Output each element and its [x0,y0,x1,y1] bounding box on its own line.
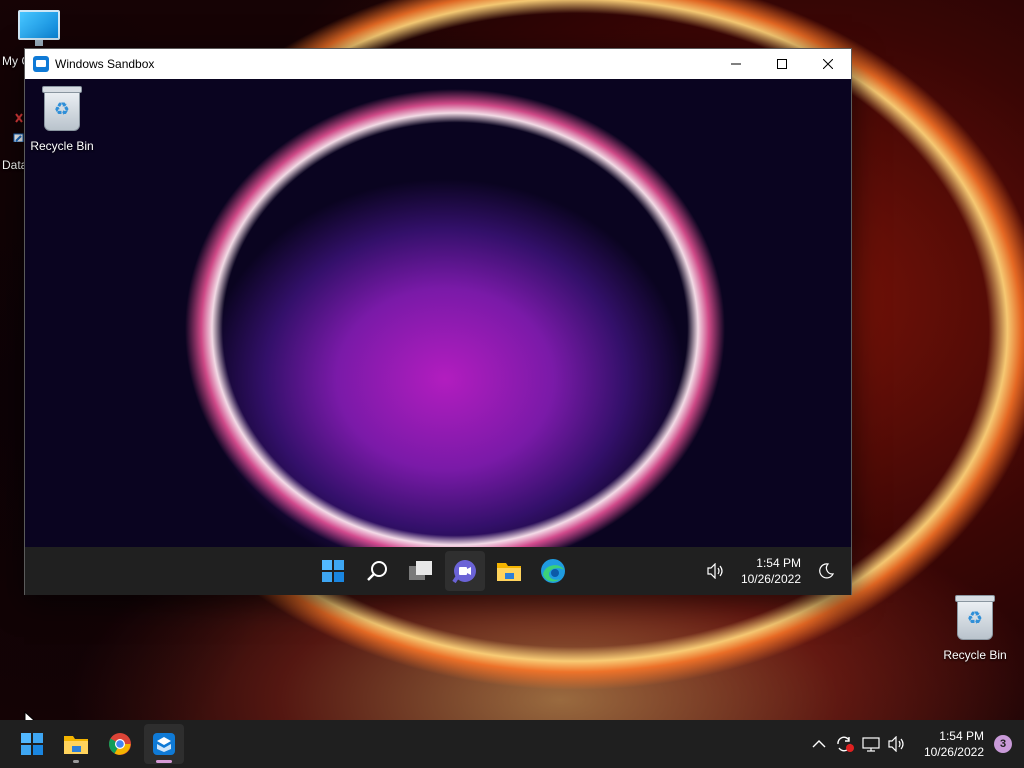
windows-sandbox-icon [33,56,49,72]
chrome-button[interactable] [100,724,140,764]
sandbox-file-explorer-button[interactable] [489,551,529,591]
clock-date: 10/26/2022 [923,745,984,759]
sandbox-focus-assist-button[interactable] [815,563,837,579]
volume-icon [888,736,904,752]
file-explorer-icon [64,736,88,754]
close-icon [823,59,833,69]
sandbox-desktop-icon-recycle-bin[interactable]: ♻ Recycle Bin [25,86,99,153]
file-explorer-icon [497,563,521,581]
window-titlebar[interactable]: Windows Sandbox [25,49,851,79]
sandbox-system-tray: 1:54 PM 10/26/2022 [701,547,851,595]
recycle-bin-icon: ♻ [42,86,82,131]
desktop-icon-label: Recycle Bin [943,648,1007,662]
clock[interactable]: 1:54 PM 10/26/2022 [924,728,984,760]
running-indicator [156,760,172,763]
system-tray: 1:54 PM 10/26/2022 3 [806,720,1012,768]
sandbox-search-button[interactable] [357,551,397,591]
volume-button[interactable] [886,736,908,752]
minimize-icon [731,63,741,65]
window-title: Windows Sandbox [55,57,155,71]
teams-chat-icon [452,560,476,584]
maximize-icon [777,59,787,69]
edge-icon [541,559,565,583]
show-hidden-icons-button[interactable] [808,739,830,749]
sandbox-volume-button[interactable] [705,563,727,579]
file-explorer-button[interactable] [56,724,96,764]
shortcut-file-icon [13,113,24,143]
minimize-button[interactable] [713,49,759,79]
host-taskbar-apps [12,724,184,764]
network-icon [862,737,880,752]
desktop-icon-data[interactable]: Data [0,112,27,172]
recycle-bin-icon: ♻ [955,595,995,640]
sandbox-window[interactable]: Windows Sandbox ♻ Recycle Bin 1:54 PM 10… [24,48,852,595]
windows-start-icon [322,560,344,582]
chrome-icon [109,733,131,755]
sandbox-clock[interactable]: 1:54 PM 10/26/2022 [741,555,801,587]
sandbox-start-button[interactable] [313,551,353,591]
sandbox-taskbar-apps [313,551,573,591]
volume-icon [707,563,723,579]
desktop-icon-label: Recycle Bin [30,139,94,153]
notification-badge[interactable]: 3 [994,735,1012,753]
monitor-icon [18,10,60,46]
maximize-button[interactable] [759,49,805,79]
running-indicator [73,760,79,763]
sandbox-clock-time: 1:54 PM [756,556,801,570]
sandbox-clock-date: 10/26/2022 [740,572,801,586]
clock-time: 1:54 PM [939,729,984,743]
start-button[interactable] [12,724,52,764]
close-button[interactable] [805,49,851,79]
sync-button[interactable] [834,735,856,753]
sandbox-task-view-button[interactable] [401,551,441,591]
window-controls [713,49,851,79]
windows-start-icon [21,733,43,755]
windows-sandbox-icon [153,733,175,755]
sandbox-chat-button[interactable] [445,551,485,591]
sandbox-edge-button[interactable] [533,551,573,591]
moon-icon [819,563,834,579]
windows-sandbox-button[interactable] [144,724,184,764]
chevron-up-icon [812,740,826,748]
search-icon [367,561,387,581]
sync-alert-icon [837,736,854,752]
sandbox-desktop: ♻ Recycle Bin [25,79,851,547]
host-taskbar: 1:54 PM 10/26/2022 3 [0,720,1024,768]
desktop-icon-recycle-bin[interactable]: ♻ Recycle Bin [938,595,1012,662]
task-view-icon [409,561,432,580]
network-button[interactable] [860,736,882,752]
sandbox-taskbar: 1:54 PM 10/26/2022 [25,547,851,595]
